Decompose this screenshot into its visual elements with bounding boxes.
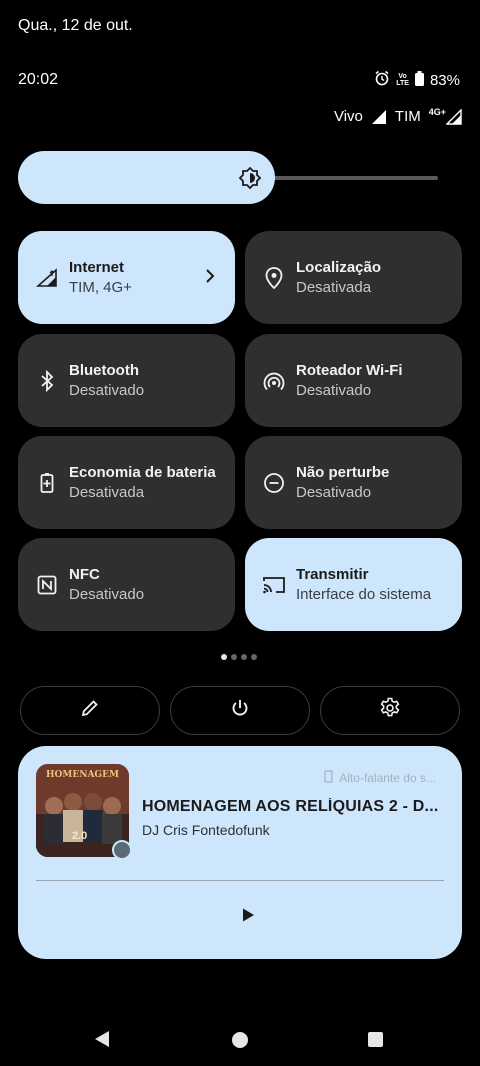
page-dot-active xyxy=(221,654,227,660)
tile-label: Roteador Wi-Fi xyxy=(296,362,403,379)
tile-status: Interface do sistema xyxy=(296,586,432,603)
mobile-signal-icon xyxy=(36,267,58,289)
tile-status: Desativado xyxy=(296,382,372,399)
home-button[interactable] xyxy=(232,1032,248,1048)
song-artist: DJ Cris Fontedofunk xyxy=(142,822,270,838)
signal-icon-secondary xyxy=(445,107,462,125)
song-title: HOMENAGEM AOS RELÍQUIAS 2 - D... xyxy=(142,798,439,815)
hotspot-icon xyxy=(263,370,285,392)
bluetooth-icon xyxy=(36,369,58,392)
tile-cast[interactable]: Transmitir Interface do sistema xyxy=(245,538,462,631)
cast-icon xyxy=(263,574,285,596)
tile-location[interactable]: Localização Desativada xyxy=(245,231,462,324)
signal-icon xyxy=(371,109,387,125)
tile-label: Economia de bateria xyxy=(69,464,216,481)
power-icon xyxy=(230,698,250,723)
page-indicator xyxy=(221,654,257,660)
settings-button[interactable] xyxy=(320,686,460,735)
tile-internet[interactable]: Internet TIM, 4G+ xyxy=(18,231,235,324)
pencil-icon xyxy=(80,698,100,723)
gear-icon xyxy=(379,697,401,724)
network-type: 4G+ xyxy=(428,106,446,117)
tile-status: Desativada xyxy=(296,279,372,296)
volte-icon: Vo LTE xyxy=(396,73,409,87)
tile-label: Bluetooth xyxy=(69,362,139,379)
location-icon xyxy=(263,266,285,289)
power-button[interactable] xyxy=(170,686,310,735)
phone-icon xyxy=(324,770,333,786)
tile-label: NFC xyxy=(69,566,100,583)
battery-saver-icon xyxy=(36,472,58,494)
brightness-slider[interactable] xyxy=(18,151,438,204)
play-icon xyxy=(243,908,254,922)
carrier-tim: TIM xyxy=(394,108,421,125)
tile-do-not-disturb[interactable]: Não perturbe Desativado xyxy=(245,436,462,529)
album-art-text: HOMENAGEM xyxy=(46,770,119,780)
tile-nfc[interactable]: NFC Desativado xyxy=(18,538,235,631)
media-player[interactable]: HOMENAGEM 2.0 Alto-falante do s... HOMEN… xyxy=(18,746,462,959)
navigation-bar xyxy=(0,1028,480,1052)
tile-hotspot[interactable]: Roteador Wi-Fi Desativado xyxy=(245,334,462,427)
carrier-vivo: Vivo xyxy=(333,108,363,125)
brightness-fill[interactable] xyxy=(18,151,275,204)
tile-status: Desativada xyxy=(69,484,145,501)
edit-button[interactable] xyxy=(20,686,160,735)
battery-percent: 83% xyxy=(429,71,460,89)
album-art-number: 2.0 xyxy=(72,830,88,842)
app-badge-icon xyxy=(112,840,132,860)
output-device[interactable]: Alto-falante do s... xyxy=(324,770,436,786)
status-bar: 20:02 Vo LTE 83% xyxy=(18,70,460,90)
tile-status: Desativado xyxy=(69,382,145,399)
tile-status: Desativado xyxy=(69,586,145,603)
brightness-icon xyxy=(238,166,262,190)
output-device-label: Alto-falante do s... xyxy=(339,771,436,785)
tile-status: Desativado xyxy=(296,484,372,501)
clock: 20:02 xyxy=(18,71,59,88)
do-not-disturb-icon xyxy=(263,472,285,494)
play-button[interactable] xyxy=(240,907,256,923)
chevron-right-icon[interactable] xyxy=(203,267,217,285)
page-dot xyxy=(251,654,257,660)
back-button[interactable] xyxy=(94,1030,110,1053)
brightness-track[interactable] xyxy=(268,176,438,180)
tile-label: Transmitir xyxy=(296,566,369,583)
seek-bar[interactable] xyxy=(36,880,444,881)
nfc-icon xyxy=(36,574,58,596)
carrier-row: Vivo TIM 4G+ xyxy=(333,106,462,125)
page-dot xyxy=(231,654,237,660)
tile-label: Localização xyxy=(296,259,382,276)
tile-bluetooth[interactable]: Bluetooth Desativado xyxy=(18,334,235,427)
tile-battery-saver[interactable]: Economia de bateria Desativada xyxy=(18,436,235,529)
page-dot xyxy=(241,654,247,660)
tile-label: Não perturbe xyxy=(296,464,390,481)
recents-button[interactable] xyxy=(368,1032,383,1047)
battery-icon xyxy=(414,70,424,90)
date-label: Qua., 12 de out. xyxy=(18,17,133,34)
alarm-icon xyxy=(374,70,390,90)
